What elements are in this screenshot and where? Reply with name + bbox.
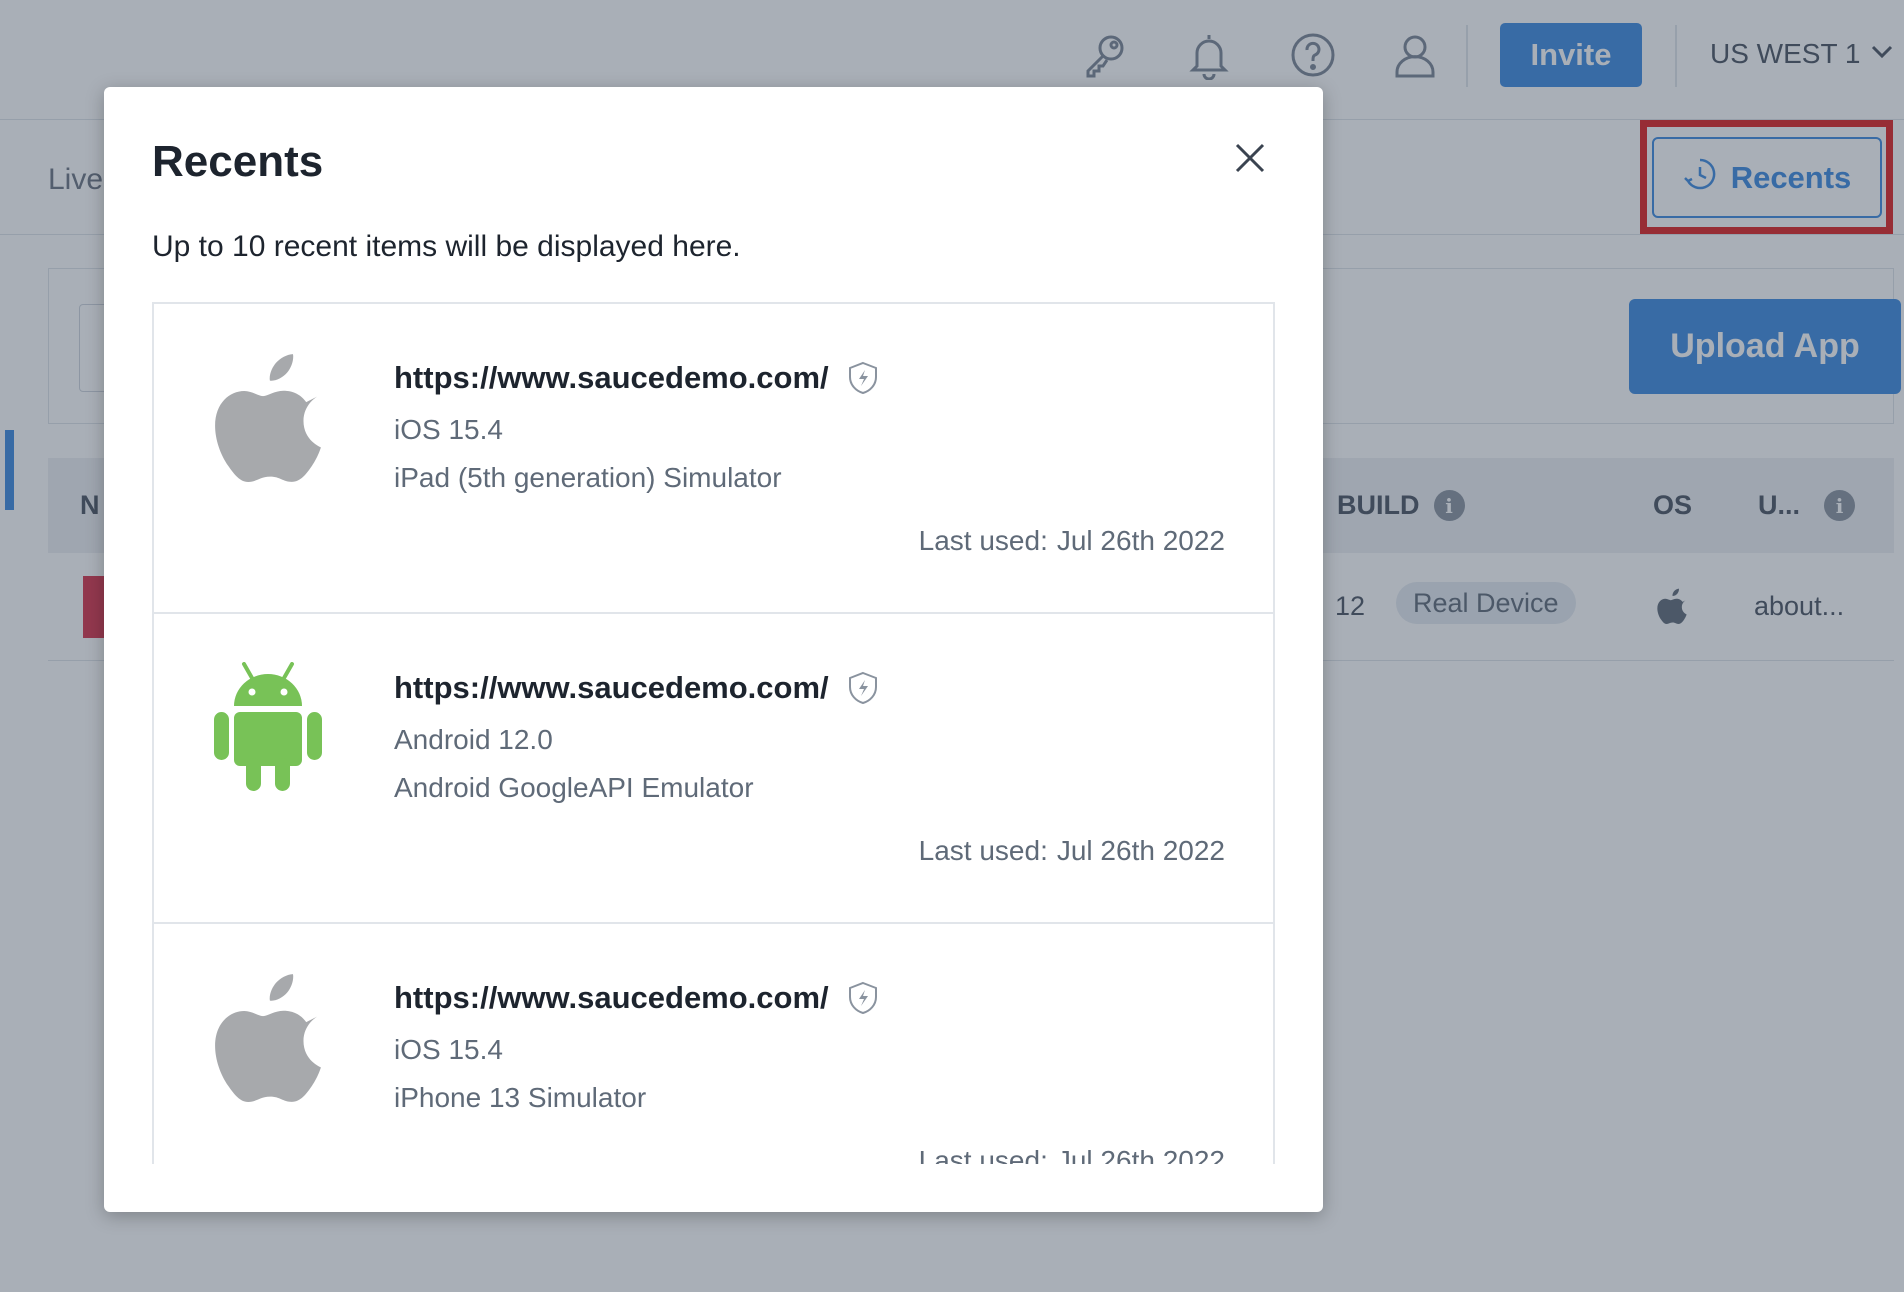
modal-description: Up to 10 recent items will be displayed … — [152, 230, 741, 263]
apple-icon — [212, 972, 324, 1102]
list-item[interactable]: https://www.saucedemo.com/ iOS 15.4 iPho… — [154, 924, 1273, 1164]
last-used-date: Jul 26th 2022 — [1056, 835, 1225, 866]
modal-title: Recents — [152, 137, 324, 186]
close-icon[interactable] — [1229, 137, 1271, 179]
item-url-text: https://www.saucedemo.com/ — [394, 980, 829, 1015]
item-url[interactable]: https://www.saucedemo.com/ — [394, 980, 879, 1016]
item-url-text: https://www.saucedemo.com/ — [394, 360, 829, 395]
last-used-date: Jul 26th 2022 — [1056, 525, 1225, 556]
item-last-used: Last used: Jul 26th 2022 — [919, 1145, 1225, 1164]
item-device: Android GoogleAPI Emulator — [394, 772, 754, 803]
item-url[interactable]: https://www.saucedemo.com/ — [394, 360, 879, 396]
last-used-label: Last used: — [918, 1145, 1048, 1164]
item-device: iPad (5th generation) Simulator — [394, 462, 782, 493]
shield-icon — [847, 981, 879, 1015]
item-device: iPhone 13 Simulator — [394, 1082, 647, 1113]
last-used-label: Last used: — [918, 525, 1048, 556]
list-item[interactable]: https://www.saucedemo.com/ Android 12.0 … — [154, 614, 1273, 924]
item-os-version: iOS 15.4 — [394, 414, 503, 445]
recents-list: https://www.saucedemo.com/ iOS 15.4 iPad… — [152, 302, 1275, 1164]
item-last-used: Last used: Jul 26th 2022 — [919, 835, 1225, 867]
last-used-date: Jul 26th 2022 — [1056, 1145, 1225, 1164]
shield-icon — [847, 671, 879, 705]
item-os-version: Android 12.0 — [394, 724, 553, 755]
apple-icon — [212, 352, 324, 482]
shield-icon — [847, 361, 879, 395]
list-item[interactable]: https://www.saucedemo.com/ iOS 15.4 iPad… — [154, 304, 1273, 614]
item-url[interactable]: https://www.saucedemo.com/ — [394, 670, 879, 706]
recents-modal: Recents Up to 10 recent items will be di… — [104, 87, 1323, 1212]
android-icon — [212, 662, 324, 792]
item-url-text: https://www.saucedemo.com/ — [394, 670, 829, 705]
item-last-used: Last used: Jul 26th 2022 — [919, 525, 1225, 557]
item-os-version: iOS 15.4 — [394, 1034, 503, 1065]
last-used-label: Last used: — [918, 835, 1048, 866]
